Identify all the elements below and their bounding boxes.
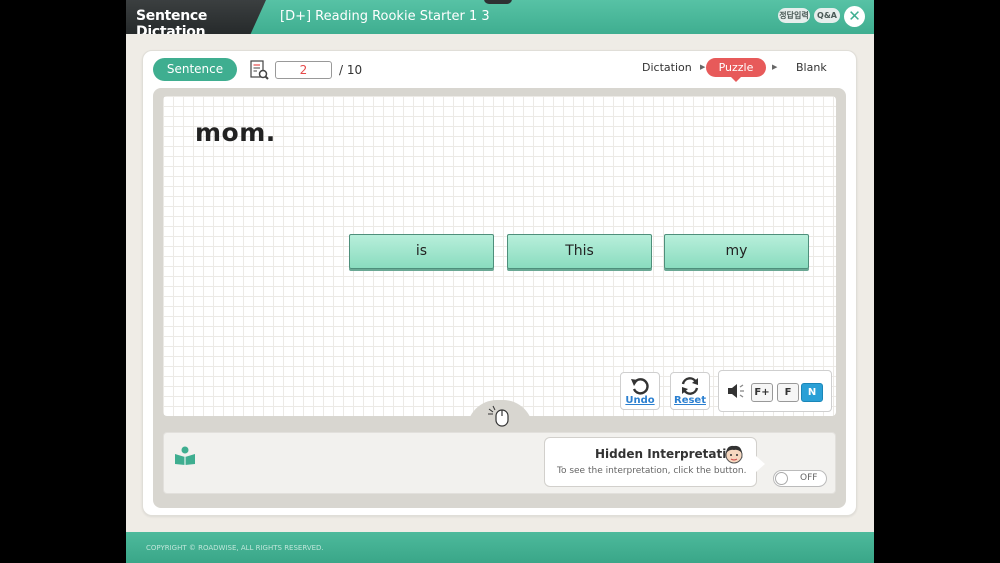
speed-fast-button[interactable]: F: [777, 383, 799, 402]
copyright-text: COPYRIGHT © ROADWISE, ALL RIGHTS RESERVE…: [146, 544, 324, 552]
page-total: / 10: [339, 63, 363, 77]
undo-button[interactable]: Undo: [620, 372, 660, 410]
page-number-input[interactable]: [275, 61, 332, 79]
reset-label: Reset: [674, 395, 706, 406]
word-tile[interactable]: my: [664, 234, 809, 269]
speed-normal-button[interactable]: N: [801, 383, 823, 402]
interpretation-panel: Hidden Interpretation To see the interpr…: [163, 432, 836, 494]
top-notch: [484, 0, 512, 4]
board-frame: mom. is This my Undo Reset F+ F N Hidden…: [153, 88, 846, 508]
tab-arrow-icon: ▶: [700, 63, 706, 71]
toggle-knob: [775, 472, 788, 485]
puzzle-board: mom. is This my Undo Reset F+ F N: [163, 96, 836, 416]
speed-fast-plus-button[interactable]: F+: [751, 383, 773, 402]
sentence-text: mom.: [195, 118, 276, 147]
footer-bar: COPYRIGHT © ROADWISE, ALL RIGHTS RESERVE…: [126, 532, 874, 563]
audio-speed-controls: F+ F N: [718, 370, 832, 412]
qa-button[interactable]: Q&A: [814, 8, 840, 23]
header-bar: Sentence Dictation [D+] Reading Rookie S…: [126, 0, 874, 34]
hint-title: Hidden Interpretation: [595, 447, 744, 461]
reading-person-icon: [175, 446, 195, 465]
sentence-mode-button[interactable]: Sentence: [153, 58, 237, 81]
speaker-icon[interactable]: [727, 382, 747, 400]
answer-input-button[interactable]: 정답입력: [778, 8, 810, 23]
main-card: Sentence / 10 Dictation ▶ Puzzle ▶ Blank: [142, 50, 857, 516]
reset-button[interactable]: Reset: [670, 372, 710, 410]
tab-puzzle[interactable]: Puzzle: [706, 58, 766, 82]
undo-label: Undo: [625, 395, 655, 406]
reset-icon: [681, 377, 699, 395]
tab-blank[interactable]: Blank: [796, 61, 827, 74]
app-window: Sentence Dictation [D+] Reading Rookie S…: [126, 0, 874, 563]
close-button[interactable]: ✕: [844, 6, 865, 27]
lesson-title: [D+] Reading Rookie Starter 1 3: [280, 9, 490, 24]
toggle-label: OFF: [800, 473, 818, 483]
interpretation-toggle[interactable]: OFF: [773, 470, 827, 487]
boy-face-icon: [725, 445, 743, 464]
undo-icon: [631, 378, 649, 395]
tab-arrow-icon: ▶: [772, 63, 778, 71]
app-title-box: Sentence Dictation: [126, 0, 266, 34]
app-title: Sentence Dictation: [136, 8, 208, 40]
interpretation-hint-bubble: Hidden Interpretation To see the interpr…: [544, 437, 765, 487]
hint-subtitle: To see the interpretation, click the but…: [557, 466, 747, 476]
tab-dictation[interactable]: Dictation: [642, 61, 692, 74]
toolbar: Sentence / 10 Dictation ▶ Puzzle ▶ Blank: [153, 57, 848, 83]
document-search-icon: [250, 60, 269, 80]
word-tile[interactable]: This: [507, 234, 652, 269]
mouse-icon: [488, 405, 509, 427]
word-tile[interactable]: is: [349, 234, 494, 269]
